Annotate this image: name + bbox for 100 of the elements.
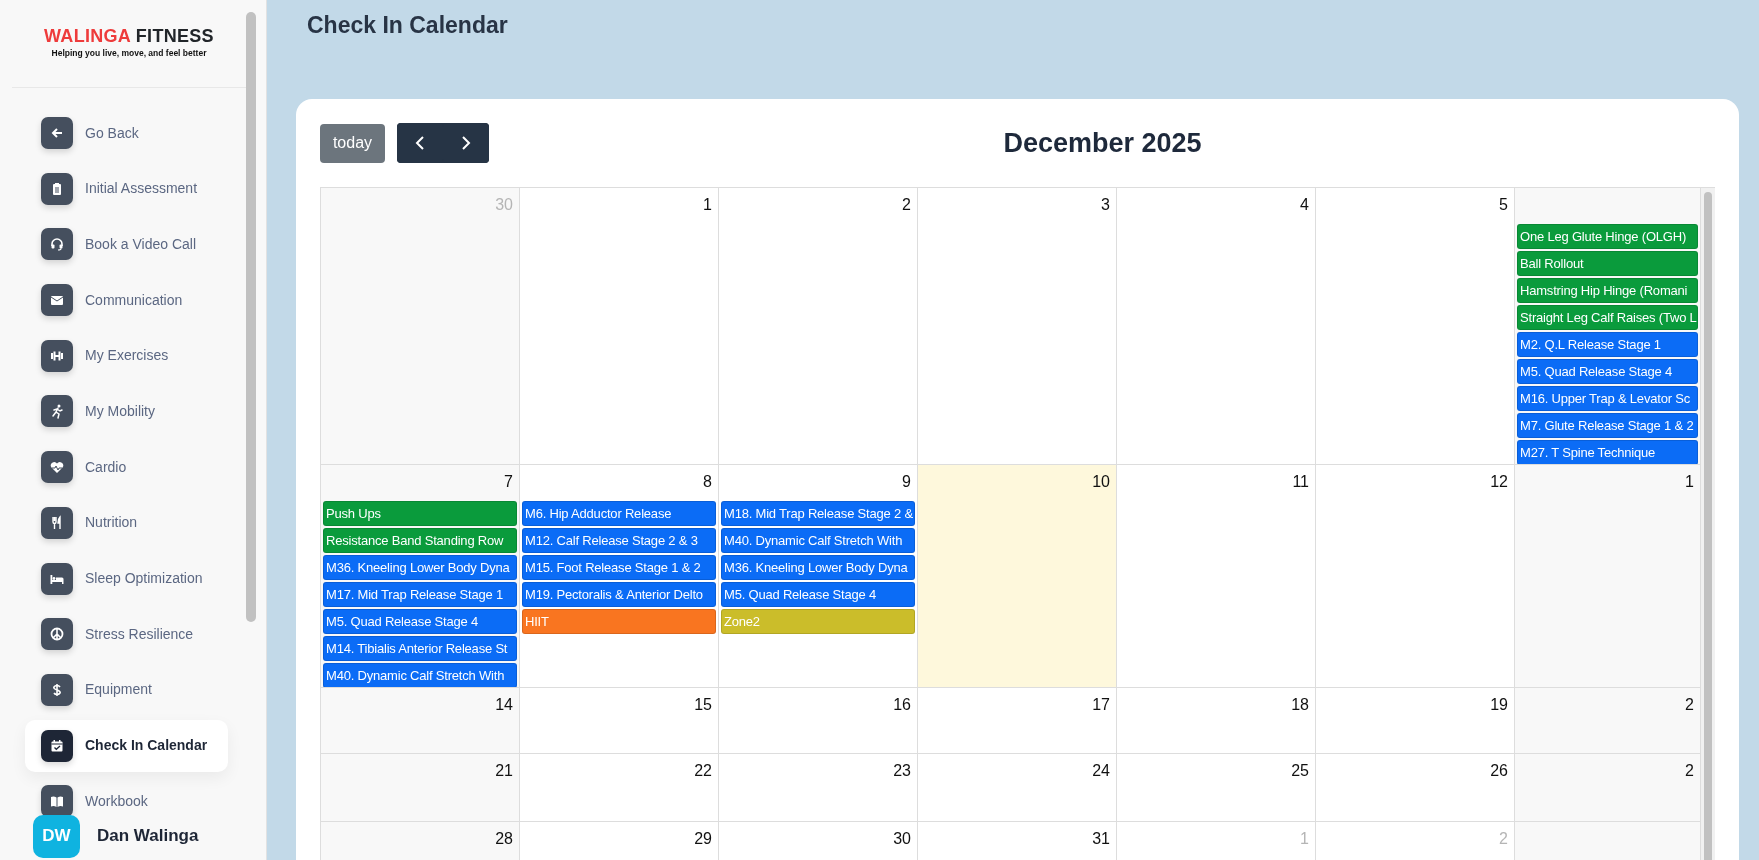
scrollbar[interactable] [246,12,256,622]
sidebar-item[interactable]: Equipment [25,663,228,716]
calendar-event[interactable]: One Leg Glute Hinge (OLGH) [1517,224,1698,249]
calendar-day-cell[interactable]: 28 [321,822,520,860]
calendar-event[interactable]: M2. Q.L Release Stage 1 [1517,332,1698,357]
calendar-event[interactable]: Hamstring Hip Hinge (Romani [1517,278,1698,303]
calendar-day-cell[interactable]: 22 [520,754,719,822]
calendar-event[interactable]: M5. Quad Release Stage 4 [323,609,517,634]
sidebar-item[interactable]: Communication [25,274,228,327]
sidebar-item[interactable]: My Mobility [25,385,228,438]
calendar-event[interactable]: M6. Hip Adductor Release [522,501,716,526]
calendar-event[interactable]: M5. Quad Release Stage 4 [721,582,915,607]
calendar-event[interactable]: M7. Glute Release Stage 1 & 2 [1517,413,1698,438]
day-number: 22 [694,761,712,781]
calendar-event[interactable]: M12. Calf Release Stage 2 & 3 [522,528,716,553]
calendar-day-cell[interactable]: 9 M18. Mid Trap Release Stage 2 & M40. Dynamic Calf Stretch With M36. Kneeling Lower Body Dyna M5. Quad Release Stage 4 Zone2 [719,465,918,688]
user-name: Dan Walinga [97,825,199,848]
brand-tagline: Helping you live, move, and feel better [51,47,207,60]
day-number: 4 [1300,195,1309,215]
calendar-day-cell[interactable]: 2 [1515,754,1701,822]
sidebar-item[interactable]: Nutrition [25,496,228,549]
calendar-event[interactable]: M18. Mid Trap Release Stage 2 & [721,501,915,526]
sidebar-item[interactable]: My Exercises [25,329,228,382]
today-button[interactable]: today [320,123,385,163]
day-number: 24 [1092,761,1110,781]
calendar-event[interactable]: Resistance Band Standing Row [323,528,517,553]
calendar-day-cell[interactable]: 8 M6. Hip Adductor Release M12. Calf Release Stage 2 & 3 M15. Foot Release Stage 1 & 2 M19. Pectoralis & Anterior Delto HIIT [520,465,719,688]
calendar-day-cell[interactable]: 7 Push Ups Resistance Band Standing Row M36. Kneeling Lower Body Dyna M17. Mid Trap Release Stage 1 M5. Quad Release Stage 4 M14. Tibialis Anterior Release St M40. Dynamic Calf Stretch With [321,465,520,688]
sidebar-item[interactable]: Initial Assessment [25,162,228,215]
calendar-day-cell[interactable]: 25 [1117,754,1316,822]
calendar-event[interactable]: M17. Mid Trap Release Stage 1 [323,582,517,607]
calendar-day-cell[interactable]: 15 [520,688,719,754]
calendar-event[interactable]: M19. Pectoralis & Anterior Delto [522,582,716,607]
day-number: 29 [694,829,712,849]
calendar-event[interactable]: Push Ups [323,501,517,526]
calendar-day-cell[interactable] [1515,188,1701,465]
month-title: December 2025 [1003,128,1202,158]
day-number: 31 [1092,829,1110,849]
calendar-day-cell[interactable]: 11 [1117,465,1316,688]
sidebar-item[interactable]: Cardio [25,441,228,494]
day-number: 8 [703,472,712,492]
calendar-day-cell[interactable]: 10 [918,465,1117,688]
sidebar-item[interactable]: Sleep Optimization [25,552,228,605]
day-number: 11 [1292,472,1309,492]
calendar-event[interactable]: M16. Upper Trap & Levator Sc [1517,386,1698,411]
day-number: 15 [694,695,712,715]
calendar-event[interactable]: M5. Quad Release Stage 4 [1517,359,1698,384]
day-number: 7 [504,472,513,492]
calendar-event[interactable]: M15. Foot Release Stage 1 & 2 [522,555,716,580]
sidebar-item[interactable]: Stress Resilience [25,608,228,661]
calendar-event[interactable]: Straight Leg Calf Raises (Two L [1517,305,1698,330]
day-number: 2 [1499,829,1508,849]
day-number: 2 [1685,761,1694,781]
calendar-event[interactable]: M14. Tibialis Anterior Release St [323,636,517,661]
calendar-day-cell[interactable]: 31 [918,822,1117,860]
calendar-event[interactable]: M27. T Spine Technique [1517,440,1698,464]
calendar-day-cell[interactable]: 17 [918,688,1117,754]
scrollbar[interactable] [1704,192,1712,860]
calendar-day-cell[interactable]: 16 [719,688,918,754]
sidebar-item[interactable]: Check In Calendar [25,719,228,772]
day-number: 17 [1092,695,1110,715]
day-number: 2 [1685,695,1694,715]
calendar-day-cell[interactable]: 1 [520,188,719,465]
day-number: 25 [1291,761,1309,781]
calendar-day-cell[interactable]: 2 [719,188,918,465]
calendar-event[interactable]: M40. Dynamic Calf Stretch With [323,663,517,687]
day-number: 5 [1499,195,1508,215]
day-number: 16 [893,695,911,715]
calendar-day-cell[interactable]: 30 [719,822,918,860]
calendar-day-cell[interactable]: 14 [321,688,520,754]
day-number: 26 [1490,761,1508,781]
day-number: 2 [902,195,911,215]
sidebar-item[interactable]: Go Back [25,107,228,159]
chevron-left-icon [415,135,425,151]
calendar-day-cell[interactable]: 21 [321,754,520,822]
calendar-day-cell[interactable]: 4 [1117,188,1316,465]
day-number: 30 [495,195,513,215]
day-number: 28 [495,829,513,849]
calendar-event[interactable]: M36. Kneeling Lower Body Dyna [721,555,915,580]
calendar-day-cell[interactable]: 24 [918,754,1117,822]
calendar-event[interactable]: M40. Dynamic Calf Stretch With [721,528,915,553]
calendar-day-cell[interactable]: 2 [1515,688,1701,754]
heart-pulse-icon [49,459,65,476]
chevron-right-icon [461,135,471,151]
calendar-day-cell[interactable]: 29 [520,822,719,860]
calendar-event[interactable]: M36. Kneeling Lower Body Dyna [323,555,517,580]
brand-logo: WALINGA FITNESS [44,27,214,47]
sidebar-item[interactable]: Book a Video Call [25,218,228,271]
page-title: Check In Calendar [307,12,508,38]
day-number: 18 [1291,695,1309,715]
day-number: 1 [1685,472,1694,492]
day-number: 1 [703,195,712,215]
peace-icon [49,626,65,643]
calendar-day-cell[interactable]: 18 [1117,688,1316,754]
day-number: 19 [1490,695,1508,715]
calendar-day-cell[interactable]: 1 [1515,465,1701,688]
day-number: 12 [1490,472,1508,492]
calendar-event[interactable]: Ball Rollout [1517,251,1698,276]
day-number: 3 [1101,195,1110,215]
calendar-day-cell[interactable]: 23 [719,754,918,822]
